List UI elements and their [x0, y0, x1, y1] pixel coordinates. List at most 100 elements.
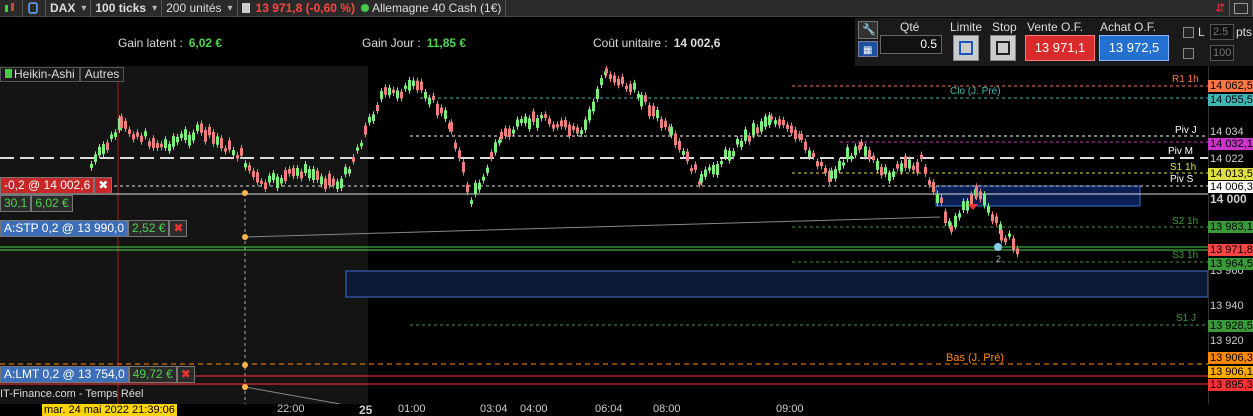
candle [568, 124, 571, 137]
candle [340, 178, 343, 189]
candle [900, 163, 903, 172]
candle [404, 85, 407, 89]
price-tag: 14 006,3 [1208, 181, 1253, 193]
candle [212, 131, 215, 144]
price-chart[interactable] [0, 66, 1253, 404]
candle [106, 142, 109, 150]
candle [94, 154, 97, 162]
candle [962, 201, 965, 210]
chart-canvas[interactable] [0, 66, 1253, 404]
position-close-icon[interactable]: ✖ [94, 177, 113, 194]
candle [1008, 233, 1011, 237]
l-checkbox[interactable] [1183, 27, 1194, 38]
candle [540, 115, 543, 119]
sell-price: 13 971,1 [1034, 40, 1086, 55]
order-dot [242, 190, 248, 196]
candle [512, 129, 515, 134]
second-input[interactable]: 100 [1210, 45, 1234, 61]
second-checkbox[interactable] [1183, 48, 1194, 59]
candle [834, 169, 837, 179]
l-label: L [1198, 25, 1205, 39]
limit-close-icon[interactable]: ✖ [176, 366, 195, 383]
sell-label: Vente O.F. [1027, 20, 1084, 34]
pts-label: pts [1236, 25, 1253, 39]
level-bas-label: Bas (J. Pré) [946, 352, 1005, 364]
candle [860, 141, 863, 147]
candle [474, 183, 477, 195]
stop-order-button[interactable] [990, 35, 1016, 61]
candle [272, 173, 275, 181]
candle [720, 161, 723, 165]
l-input[interactable]: 2.5 [1210, 24, 1234, 40]
candle [896, 163, 899, 169]
candle [876, 160, 879, 170]
candle [812, 152, 815, 158]
candle [605, 68, 608, 74]
candle [444, 110, 447, 119]
candle [816, 161, 819, 167]
candle [556, 124, 559, 128]
link-icon [28, 2, 38, 14]
candle [820, 162, 823, 167]
candle [732, 151, 735, 157]
candle [400, 91, 403, 99]
candle [892, 171, 895, 177]
price-zone [345, 270, 1209, 298]
candle [1004, 238, 1007, 243]
stop-close-icon[interactable]: ✖ [169, 220, 188, 237]
level-s3-label: S3 1h [1172, 250, 1199, 261]
candle [716, 164, 719, 175]
candle [244, 163, 247, 168]
candle [872, 155, 875, 161]
candle [694, 164, 697, 171]
tab-others[interactable]: Autres [79, 67, 125, 82]
updown-button[interactable]: ⇵ [1211, 0, 1230, 17]
candle [132, 134, 135, 140]
limit-order-tag[interactable]: A:LMT 0,2 @ 13 754,0 49,72 € ✖ [0, 366, 195, 383]
candle [596, 89, 599, 100]
qty-input[interactable]: 0.5 [880, 35, 942, 54]
candle [748, 135, 751, 142]
window-button[interactable] [1230, 0, 1253, 17]
buy-button[interactable]: 13 972,5 [1099, 35, 1169, 61]
time-tick: 04:00 [520, 403, 548, 415]
candle [428, 97, 431, 105]
candle [232, 150, 235, 156]
position-marker [994, 243, 1002, 251]
candle [450, 122, 453, 132]
candle [252, 170, 255, 177]
stop-order-tag[interactable]: A:STP 0,2 @ 13 990,0 2,52 € ✖ [0, 220, 188, 237]
candle [584, 119, 587, 130]
sell-button[interactable]: 13 971,1 [1025, 35, 1095, 61]
candle [782, 119, 785, 126]
candle [572, 126, 575, 130]
time-tick: 22:00 [277, 403, 305, 415]
tools-button[interactable] [23, 0, 46, 17]
candle [904, 156, 907, 168]
tab-heikin-ashi[interactable]: Heikin-Ashi [0, 67, 80, 82]
symbol-select[interactable]: DAX [46, 0, 92, 17]
price-tag: 13 906,1 [1208, 366, 1253, 378]
quote-display: 13 971,8 (-0,60 %) Allemagne 40 Cash (1€… [238, 0, 507, 17]
position-tag[interactable]: -0,2 @ 14 002,6 ✖ [0, 177, 113, 194]
candle [794, 129, 797, 139]
candle [284, 170, 287, 182]
price-tick: 13 920 [1210, 335, 1244, 347]
candle [528, 118, 531, 130]
limit-label: Limite [950, 20, 983, 34]
candle [416, 80, 419, 91]
units-select[interactable]: 200 unités [162, 0, 238, 17]
limit-order-button[interactable] [953, 35, 979, 61]
candle [600, 78, 603, 85]
candle [324, 178, 327, 189]
settings-button[interactable]: 🔧 [858, 21, 878, 39]
chart-type-button[interactable] [0, 0, 23, 17]
time-axis[interactable] [0, 404, 1253, 416]
candle [580, 130, 583, 135]
period-select[interactable]: 100 ticks [91, 0, 163, 17]
candle [344, 167, 347, 175]
candle [176, 136, 179, 143]
candle [846, 147, 849, 160]
calculator-button[interactable]: ▦ [858, 41, 878, 57]
level-s2-label: S2 1h [1172, 216, 1199, 227]
